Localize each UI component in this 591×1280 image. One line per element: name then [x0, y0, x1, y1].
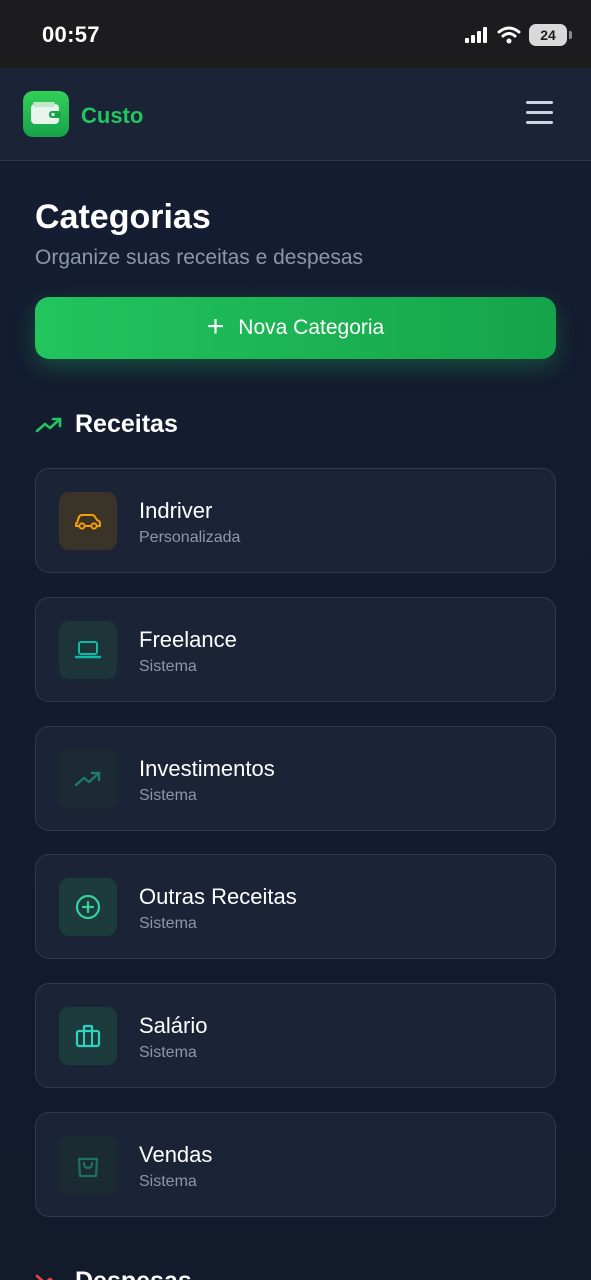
- category-card-freelance[interactable]: Freelance Sistema: [35, 597, 556, 702]
- category-name: Freelance: [139, 627, 237, 652]
- category-type: Personalizada: [139, 529, 241, 546]
- trending-down-icon: [35, 1274, 62, 1280]
- category-name: Indriver: [139, 498, 213, 523]
- wallet-icon[interactable]: [23, 91, 69, 137]
- category-card-salario[interactable]: Salário Sistema: [35, 983, 556, 1088]
- category-card-vendas[interactable]: Vendas Sistema: [35, 1112, 556, 1217]
- hamburger-menu-icon[interactable]: [526, 101, 553, 125]
- category-card-investimentos[interactable]: Investimentos Sistema: [35, 726, 556, 831]
- signal-icon: [465, 27, 487, 43]
- wifi-icon: [497, 26, 521, 44]
- section-expenses-header: Despesas: [35, 1267, 192, 1280]
- category-type: Sistema: [139, 1044, 197, 1061]
- app-header: Custo: [0, 68, 591, 161]
- laptop-icon: [59, 621, 117, 679]
- plus-icon: +: [206, 309, 225, 343]
- car-icon: [59, 492, 117, 550]
- status-bar: 00:57 24: [0, 0, 591, 68]
- category-type: Sistema: [139, 1173, 197, 1190]
- category-type: Sistema: [139, 658, 197, 675]
- plus-circle-icon: [59, 878, 117, 936]
- category-name: Salário: [139, 1013, 208, 1038]
- new-category-button[interactable]: + Nova Categoria: [35, 297, 556, 359]
- trending-up-icon: [35, 417, 62, 432]
- main-content: Categorias Organize suas receitas e desp…: [0, 162, 591, 1280]
- page-subtitle: Organize suas receitas e despesas: [35, 246, 364, 269]
- category-card-indriver[interactable]: Indriver Personalizada: [35, 468, 556, 573]
- category-name: Investimentos: [139, 756, 275, 781]
- shopping-bag-icon: [59, 1136, 117, 1194]
- briefcase-icon: [59, 1007, 117, 1065]
- section-income-title: Receitas: [75, 410, 178, 438]
- status-icons: 24: [465, 24, 572, 46]
- new-category-label: Nova Categoria: [238, 316, 385, 339]
- brand-name[interactable]: Custo: [81, 103, 143, 129]
- category-type: Sistema: [139, 915, 197, 932]
- page-title: Categorias: [35, 198, 211, 236]
- category-name: Vendas: [139, 1142, 213, 1167]
- category-name: Outras Receitas: [139, 884, 297, 909]
- section-expenses-title: Despesas: [75, 1267, 192, 1280]
- trending-up-icon: [59, 750, 117, 808]
- battery-icon: 24: [529, 24, 572, 46]
- status-time: 00:57: [42, 22, 100, 47]
- category-card-outras-receitas[interactable]: Outras Receitas Sistema: [35, 854, 556, 959]
- category-type: Sistema: [139, 787, 197, 804]
- section-income-header: Receitas: [35, 410, 178, 439]
